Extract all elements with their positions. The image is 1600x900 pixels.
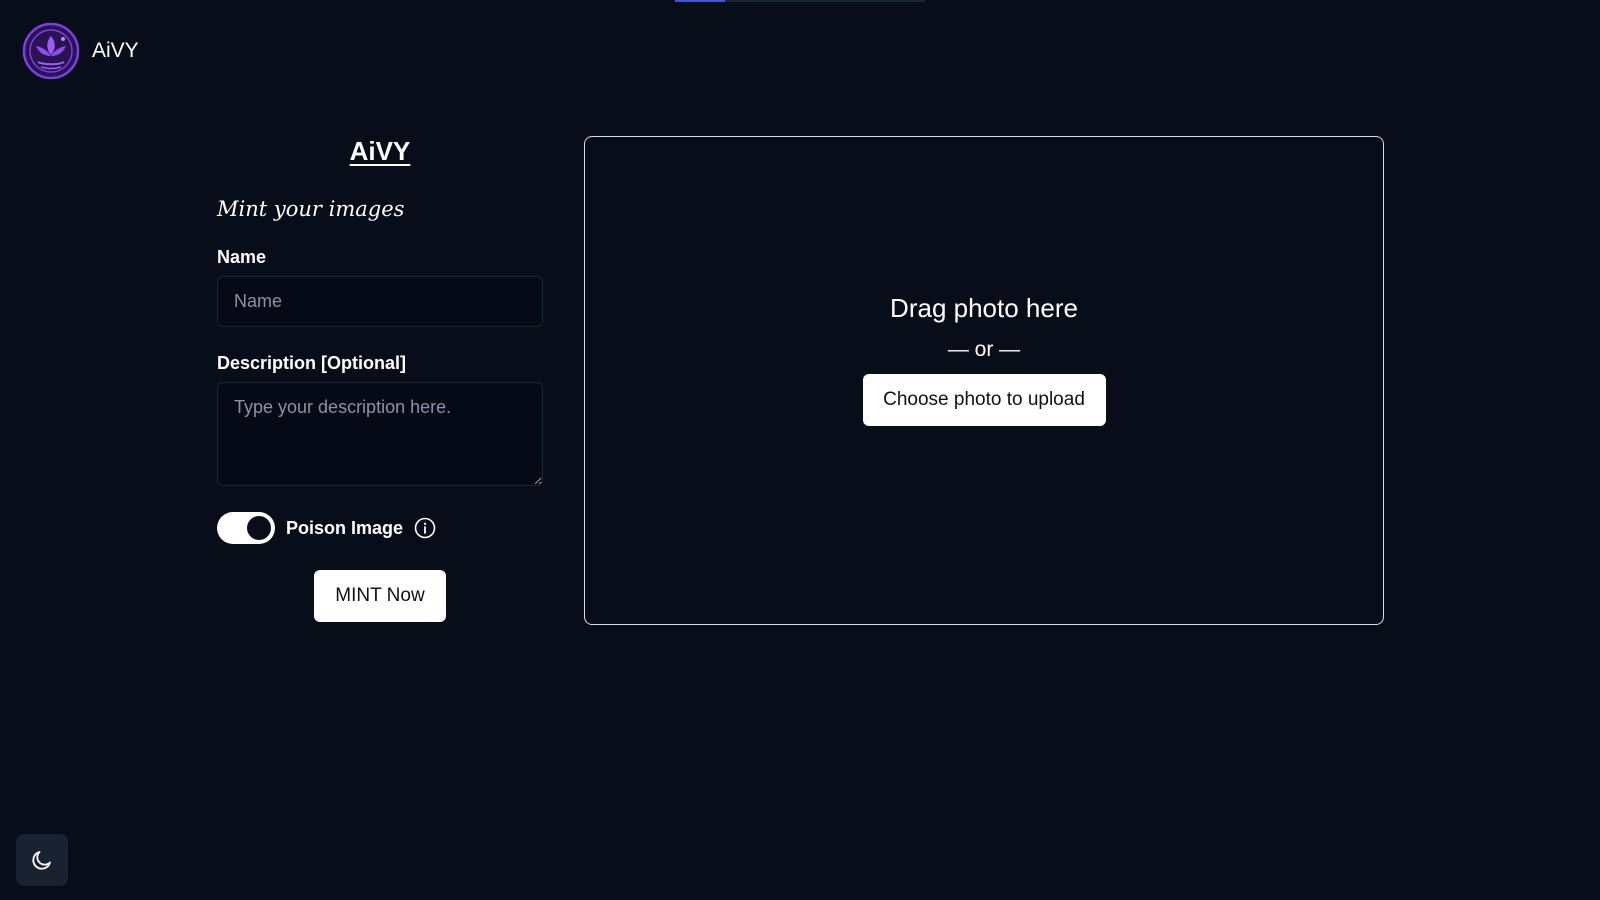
photo-dropzone[interactable]: Drag photo here — or — Choose photo to u… xyxy=(584,136,1384,625)
top-progress-strip xyxy=(675,0,925,2)
name-input[interactable] xyxy=(217,276,543,327)
brand-name: AiVY xyxy=(92,39,139,62)
lotus-globe-logo-icon[interactable] xyxy=(22,22,80,80)
theme-toggle-button[interactable] xyxy=(16,834,68,886)
poison-toggle-row: Poison Image xyxy=(217,512,543,544)
form-title: AiVY xyxy=(349,136,411,166)
mint-now-button[interactable]: MINT Now xyxy=(314,570,446,622)
info-icon[interactable] xyxy=(414,517,436,539)
poison-image-toggle[interactable] xyxy=(217,512,275,544)
poison-image-label: Poison Image xyxy=(286,517,404,538)
name-label: Name xyxy=(217,247,267,267)
form-subtitle: Mint your images xyxy=(217,197,405,221)
dropzone-separator: — or — xyxy=(947,338,1021,361)
page: AiVY AiVY Mint your images Name Descript… xyxy=(0,0,1600,900)
top-progress-segment xyxy=(675,0,725,2)
app-header: AiVY xyxy=(22,22,139,80)
dropzone-title: Drag photo here xyxy=(890,293,1078,323)
choose-photo-button[interactable]: Choose photo to upload xyxy=(862,374,1106,426)
description-label: Description [Optional] xyxy=(217,353,406,373)
mint-row: MINT Now xyxy=(217,570,543,622)
moon-icon xyxy=(30,848,54,872)
mint-form: AiVY Mint your images Name Description [… xyxy=(217,136,543,622)
description-textarea[interactable] xyxy=(217,382,543,486)
toggle-knob xyxy=(247,516,271,540)
